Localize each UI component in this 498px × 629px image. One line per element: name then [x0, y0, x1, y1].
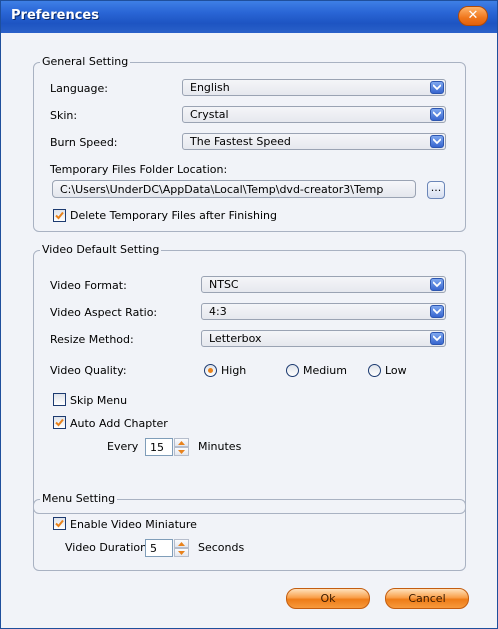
video-format-select[interactable]: NTSC [201, 276, 446, 293]
skin-label: Skin: [50, 109, 78, 122]
temp-folder-path-field[interactable]: C:\Users\UnderDC\AppData\Local\Temp\dvd-… [52, 180, 416, 198]
arrow-down-icon[interactable] [174, 447, 189, 456]
auto-chapter-checkbox[interactable] [53, 416, 66, 429]
temp-folder-path: C:\Users\UnderDC\AppData\Local\Temp\dvd-… [60, 183, 384, 196]
quality-low-label: Low [385, 364, 407, 377]
quality-medium-radio[interactable] [286, 364, 299, 377]
ok-button[interactable]: Ok [286, 588, 370, 609]
chevron-down-icon[interactable] [430, 135, 444, 148]
close-icon: ✕ [467, 8, 479, 23]
video-quality-label: Video Quality: [50, 364, 127, 377]
title-bar[interactable]: Preferences ✕ [1, 1, 497, 33]
burn-speed-select[interactable]: The Fastest Speed [182, 133, 446, 150]
skin-value: Crystal [190, 108, 229, 121]
chapter-interval-value: 15 [150, 441, 164, 454]
video-duration-stepper[interactable] [174, 539, 189, 557]
auto-chapter-label: Auto Add Chapter [70, 417, 168, 430]
skip-menu-checkbox[interactable] [53, 393, 66, 406]
chapter-interval-stepper[interactable] [174, 438, 189, 456]
video-format-value: NTSC [209, 278, 239, 291]
minutes-label: Minutes [198, 440, 242, 453]
chapter-interval-input[interactable]: 15 [145, 438, 173, 456]
aspect-ratio-label: Video Aspect Ratio: [50, 306, 158, 319]
arrow-down-icon[interactable] [174, 548, 189, 557]
burn-speed-value: The Fastest Speed [190, 135, 291, 148]
dialog-body: General Setting Language: English Skin: … [1, 33, 497, 628]
close-button[interactable]: ✕ [458, 6, 488, 26]
aspect-ratio-select[interactable]: 4:3 [201, 303, 446, 320]
skip-menu-label: Skip Menu [70, 394, 128, 407]
chevron-down-icon[interactable] [430, 278, 444, 291]
language-label: Language: [50, 82, 108, 95]
resize-method-label: Resize Method: [50, 333, 134, 346]
burn-speed-label: Burn Speed: [50, 136, 118, 149]
seconds-label: Seconds [198, 541, 245, 554]
video-duration-input[interactable]: 5 [145, 539, 173, 557]
radio-selected-dot [208, 368, 213, 373]
arrow-up-icon[interactable] [174, 438, 189, 447]
enable-miniature-checkbox[interactable] [53, 517, 66, 530]
temp-folder-label: Temporary Files Folder Location: [50, 163, 228, 176]
cancel-label: Cancel [408, 592, 446, 605]
menu-setting-title: Menu Setting [40, 492, 118, 505]
video-duration-label: Video Duration [65, 541, 148, 554]
chevron-down-icon[interactable] [430, 305, 444, 318]
quality-high-label: High [221, 364, 247, 377]
aspect-ratio-value: 4:3 [209, 305, 227, 318]
language-value: English [190, 81, 230, 94]
resize-method-value: Letterbox [209, 332, 262, 345]
browse-button[interactable]: ... [427, 181, 445, 199]
video-format-label: Video Format: [50, 279, 127, 292]
skin-select[interactable]: Crystal [182, 106, 446, 123]
language-select[interactable]: English [182, 79, 446, 96]
video-setting-title: Video Default Setting [40, 243, 162, 256]
quality-low-radio[interactable] [368, 364, 381, 377]
preferences-window: Preferences ✕ General Setting Language: … [0, 0, 498, 629]
menu-setting-group: Menu Setting [33, 492, 466, 571]
video-duration-value: 5 [150, 542, 157, 555]
window-title: Preferences [11, 8, 99, 23]
arrow-up-icon[interactable] [174, 539, 189, 548]
quality-medium-label: Medium [303, 364, 347, 377]
quality-high-radio[interactable] [204, 364, 217, 377]
resize-method-select[interactable]: Letterbox [201, 330, 446, 347]
chevron-down-icon[interactable] [430, 108, 444, 121]
cancel-button[interactable]: Cancel [385, 588, 469, 609]
delete-temp-label: Delete Temporary Files after Finishing [70, 209, 277, 222]
delete-temp-checkbox[interactable] [53, 209, 66, 222]
general-setting-title: General Setting [40, 55, 131, 68]
chevron-down-icon[interactable] [430, 81, 444, 94]
every-label: Every [107, 440, 139, 453]
ok-label: Ok [320, 592, 336, 605]
chevron-down-icon[interactable] [430, 332, 444, 345]
enable-miniature-label: Enable Video Miniature [70, 518, 197, 531]
